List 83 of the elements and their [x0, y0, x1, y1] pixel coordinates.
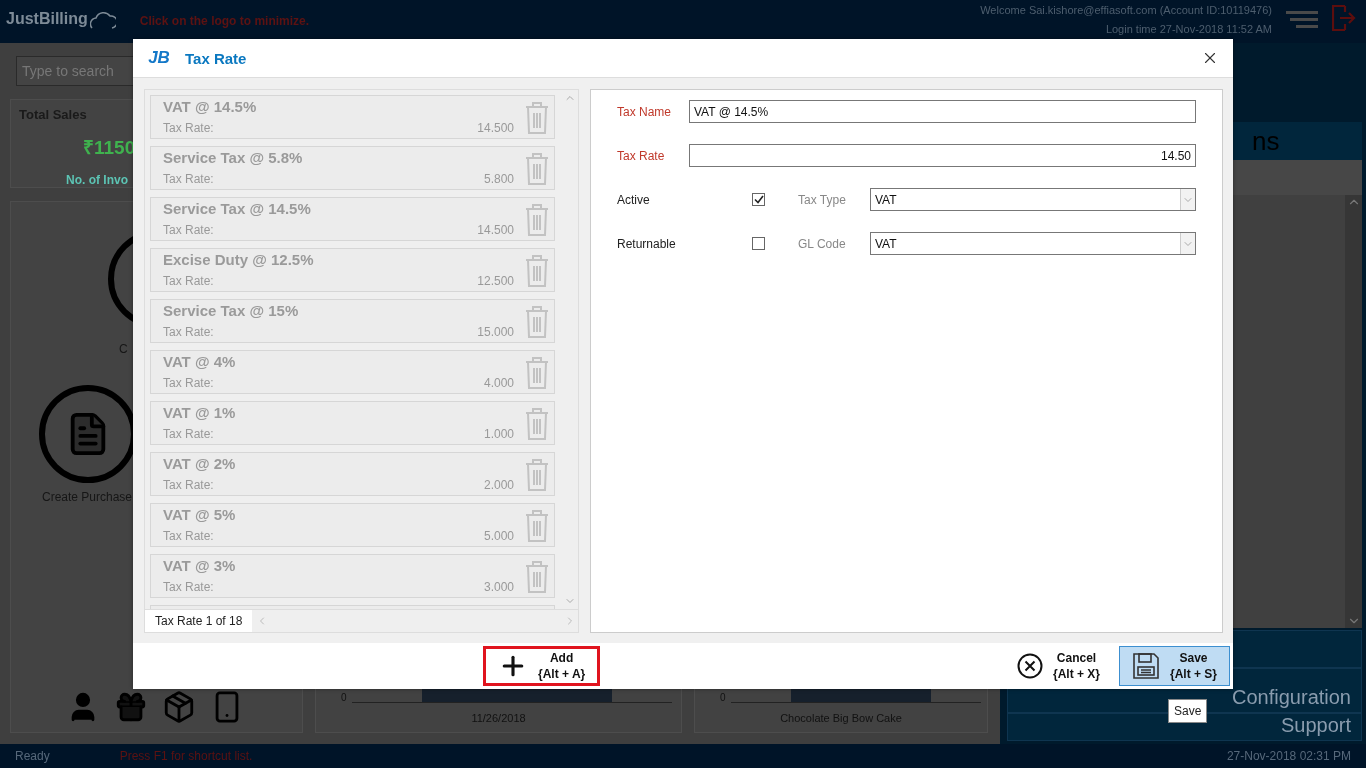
tax-name: VAT @ 4%	[163, 353, 236, 372]
dialog-title: Tax Rate	[185, 49, 247, 67]
record-counter: Tax Rate 1 of 18	[145, 610, 253, 632]
tax-name: VAT @ 5%	[163, 506, 236, 525]
save-button[interactable]: Save {Alt + S}	[1119, 646, 1230, 686]
trash-icon[interactable]	[524, 561, 550, 593]
field-label: Tax Name	[617, 104, 673, 119]
rate-label: Tax Rate:	[163, 171, 214, 188]
field-label: GL Code	[798, 236, 847, 251]
tax-rate-item[interactable]: VAT @ 4% Tax Rate: 4.000	[150, 350, 555, 394]
save-icon	[1132, 652, 1160, 680]
trash-icon[interactable]	[524, 357, 550, 389]
shortcut-hint: Press F1 for shortcut list.	[119, 749, 253, 763]
trash-icon[interactable]	[524, 306, 550, 338]
rate-value: 1.000	[483, 426, 514, 443]
rate-value: 5.000	[483, 528, 514, 545]
cancel-icon	[1016, 653, 1043, 679]
tooltip: Save	[1168, 699, 1208, 723]
tax-name: VAT @ 14.5%	[163, 98, 257, 117]
tax-rate-item[interactable]: VAT @ 1% Tax Rate: 1.000	[150, 401, 555, 445]
tax-rate-item[interactable]: VAT @ 14.5% Tax Rate: 14.500	[150, 95, 555, 139]
checkbox[interactable]	[752, 193, 765, 206]
gift-icon[interactable]	[114, 690, 148, 724]
status-datetime: 27-Nov-2018 02:31 PM	[1226, 749, 1351, 763]
minimize-hint: Click on the logo to minimize.	[139, 14, 310, 28]
tax-rate-item[interactable]: VAT @ 3% Tax Rate: 3.000	[150, 554, 555, 598]
field-label: Tax Type	[798, 192, 847, 207]
tax-name: Service Tax @ 14.5%	[163, 200, 311, 219]
menu-icon[interactable]	[1286, 11, 1318, 29]
dialog-logo: JB	[147, 48, 171, 68]
tax-name: VAT @ 1%	[163, 404, 236, 423]
tax-name: VAT @ 2%	[163, 455, 236, 474]
trash-icon[interactable]	[524, 459, 550, 491]
package-icon[interactable]	[162, 690, 196, 724]
tax-rate-item[interactable]: Service Tax @ 14.5% Tax Rate: 14.500	[150, 197, 555, 241]
rate-label: Tax Rate:	[163, 375, 214, 392]
rate-label: Tax Rate:	[163, 426, 214, 443]
tax-name: Service Tax @ 15%	[163, 302, 299, 321]
tax-rate-item[interactable]: Service Tax @ 15% Tax Rate: 15.000	[150, 299, 555, 343]
tax-name: VAT @ 3%	[163, 557, 236, 576]
welcome-text: Welcome Sai.kishore@effiasoft.com (Account ID:10119476)	[980, 4, 1272, 16]
app-logo[interactable]: JustBilling	[6, 10, 88, 28]
field-label: Returnable	[617, 236, 677, 251]
tax-name: Excise Duty @ 12.5%	[163, 251, 314, 270]
add-button[interactable]: Add {Alt + A}	[483, 646, 601, 686]
rate-label: Tax Rate:	[163, 324, 214, 341]
rate-label: Tax Rate:	[163, 222, 214, 239]
trash-icon[interactable]	[524, 204, 550, 236]
tax-name: Service Tax @ 5.8%	[163, 149, 303, 168]
rate-value: 2.000	[483, 477, 514, 494]
rate-label: Tax Rate:	[163, 528, 214, 545]
rate-label: Tax Rate:	[163, 120, 214, 137]
rate-value: 5.800	[483, 171, 514, 188]
rate-value: 14.500	[477, 120, 514, 137]
tax-rate-item[interactable]: VAT @ 5% Tax Rate: 5.000	[150, 503, 555, 547]
field-label: Active	[617, 192, 651, 207]
trash-icon[interactable]	[524, 153, 550, 185]
trash-icon[interactable]	[524, 510, 550, 542]
login-time: Login time 27-Nov-2018 11:52 AM	[1105, 23, 1272, 35]
sales-amount: ₹1150	[83, 136, 136, 160]
rate-value: 3.000	[483, 579, 514, 596]
dropdown[interactable]: VAT	[870, 188, 1196, 211]
tax-name-field[interactable]: VAT @ 14.5%	[689, 100, 1196, 123]
rate-value: 14.500	[477, 222, 514, 239]
rate-label: Tax Rate:	[163, 579, 214, 596]
rate-value: 12.500	[477, 273, 514, 290]
trash-icon[interactable]	[524, 255, 550, 287]
rate-label: Tax Rate:	[163, 273, 214, 290]
trash-icon[interactable]	[524, 408, 550, 440]
dropdown[interactable]: VAT	[870, 232, 1196, 255]
rate-label: Tax Rate:	[163, 477, 214, 494]
checkbox[interactable]	[752, 237, 765, 250]
tax-rate-field[interactable]: 14.50	[689, 144, 1196, 167]
status-text: Ready	[15, 749, 50, 763]
logout-icon[interactable]	[1332, 5, 1356, 31]
tax-rate-item[interactable]: Excise Duty @ 12.5% Tax Rate: 12.500	[150, 248, 555, 292]
trash-icon[interactable]	[524, 102, 550, 134]
rate-value: 4.000	[483, 375, 514, 392]
tax-rate-item[interactable]: VAT @ 2% Tax Rate: 2.000	[150, 452, 555, 496]
field-label: Tax Rate	[617, 148, 666, 163]
rate-value: 15.000	[477, 324, 514, 341]
invoices-label: No. of Invo	[66, 173, 128, 187]
tax-rate-item[interactable]: Service Tax @ 5.8% Tax Rate: 5.800	[150, 146, 555, 190]
